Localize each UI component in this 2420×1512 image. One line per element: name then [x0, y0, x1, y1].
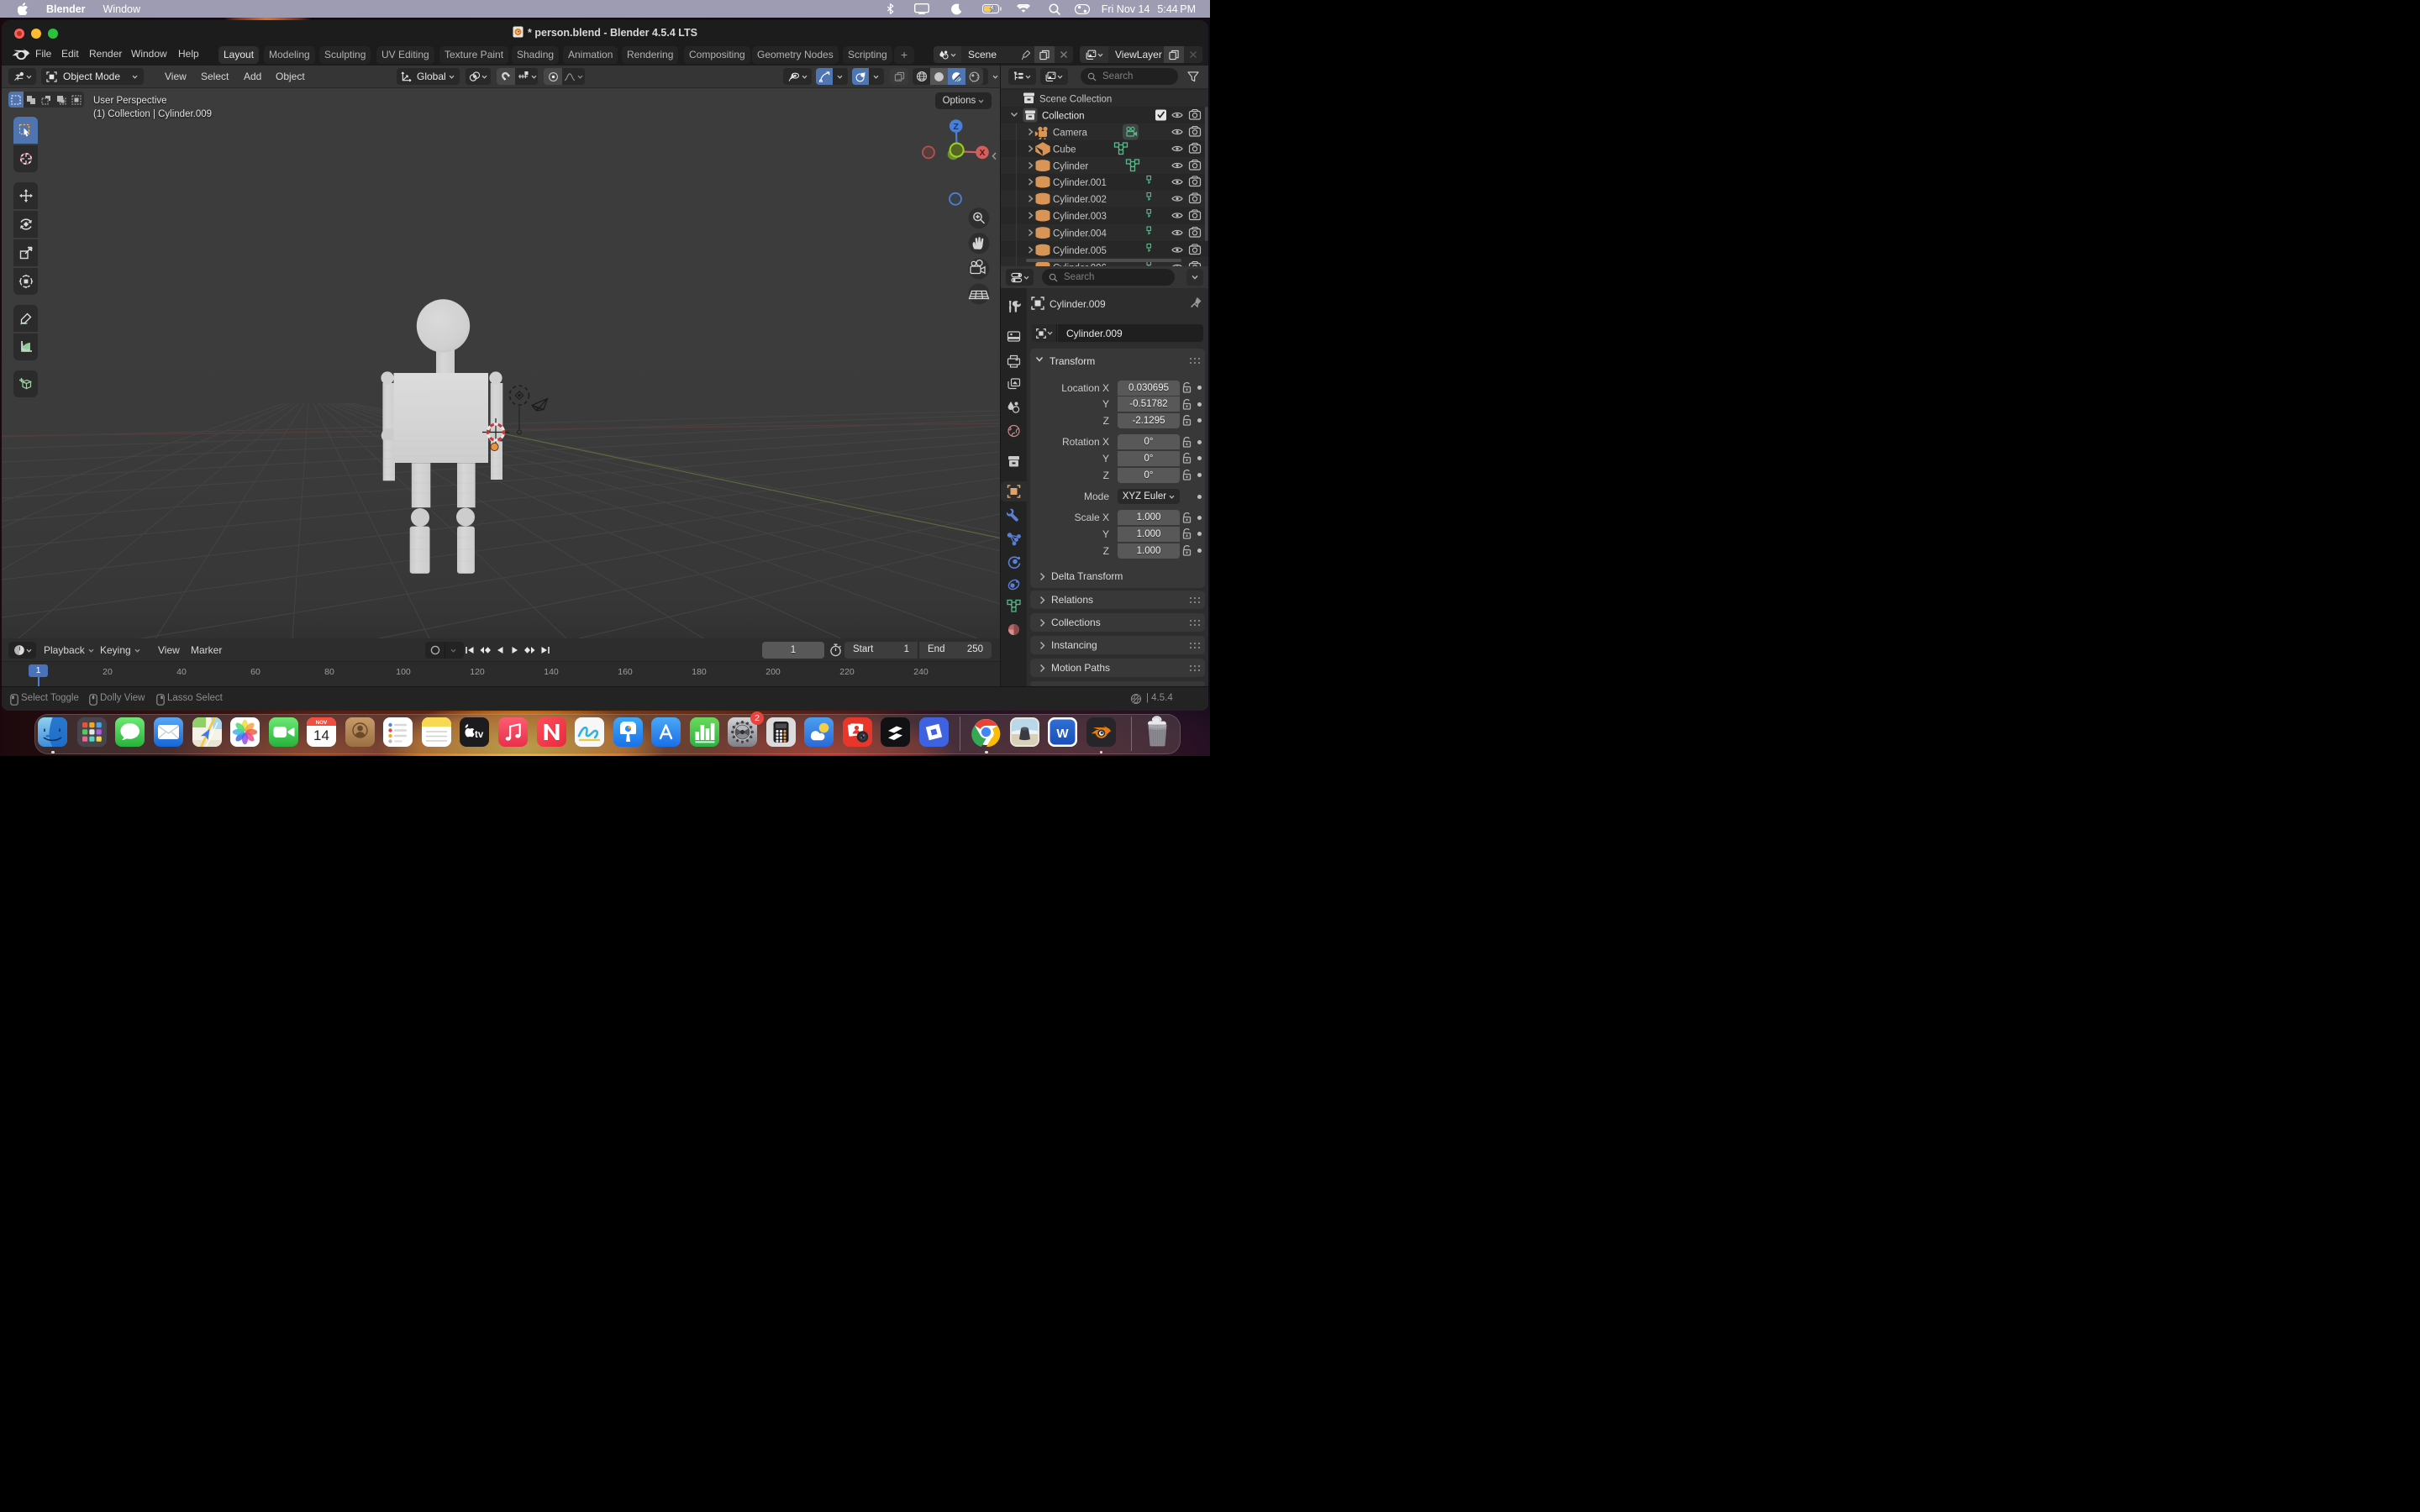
svg-text:Camera: Camera	[1053, 129, 1088, 139]
svg-text:Collection: Collection	[1042, 112, 1085, 122]
svg-text:Cylinder.001: Cylinder.001	[1053, 178, 1107, 188]
svg-text:Cylinder.004: Cylinder.004	[1053, 229, 1107, 239]
svg-text:tv: tv	[475, 730, 484, 740]
svg-text:Cylinder.002: Cylinder.002	[1053, 195, 1107, 205]
svg-text:Cylinder: Cylinder	[1053, 162, 1088, 172]
svg-text:X: X	[979, 148, 985, 158]
svg-text:14: 14	[313, 727, 329, 743]
svg-text:W: W	[1057, 727, 1070, 741]
svg-text:Scene Collection: Scene Collection	[1039, 95, 1112, 105]
svg-text:Cylinder.003: Cylinder.003	[1053, 212, 1107, 222]
svg-text:Cylinder.005: Cylinder.005	[1053, 246, 1107, 256]
svg-text:Cube: Cube	[1053, 145, 1076, 155]
svg-text:Z: Z	[953, 122, 959, 132]
svg-text:NOV: NOV	[316, 720, 328, 726]
